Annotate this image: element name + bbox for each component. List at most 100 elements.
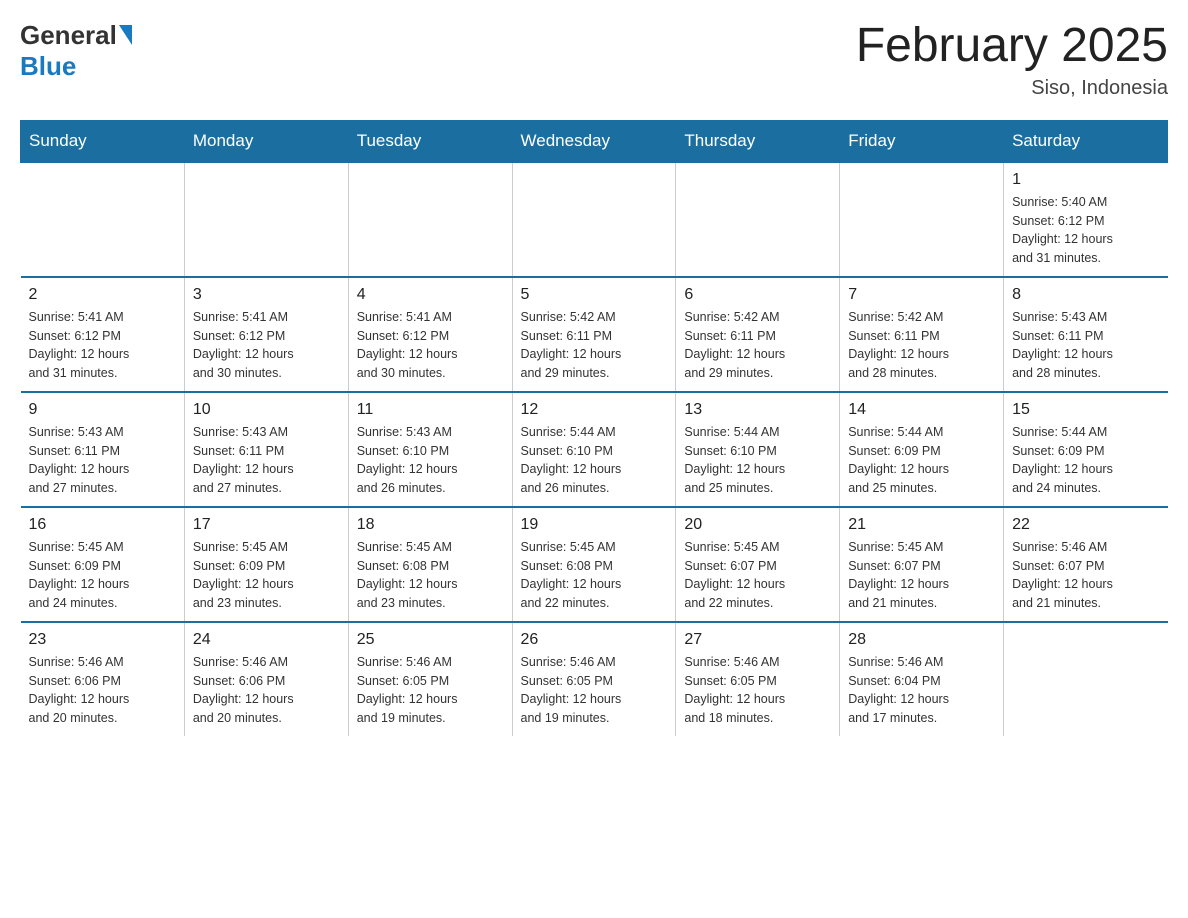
calendar-week-row: 16 Sunrise: 5:45 AM Sunset: 6:09 PM Dayli… [21,507,1168,622]
calendar-cell [512,162,676,277]
calendar-cell: 13 Sunrise: 5:44 AM Sunset: 6:10 PM Dayli… [676,392,840,507]
logo-blue-text: Blue [20,51,76,81]
day-number: 8 [1012,286,1159,304]
day-info: Sunrise: 5:45 AM Sunset: 6:07 PM Dayligh… [848,538,995,613]
calendar-cell: 4 Sunrise: 5:41 AM Sunset: 6:12 PM Daylig… [348,277,512,392]
day-info: Sunrise: 5:43 AM Sunset: 6:10 PM Dayligh… [357,423,504,498]
day-info: Sunrise: 5:46 AM Sunset: 6:05 PM Dayligh… [357,653,504,728]
calendar-cell: 15 Sunrise: 5:44 AM Sunset: 6:09 PM Dayli… [1004,392,1168,507]
day-info: Sunrise: 5:45 AM Sunset: 6:09 PM Dayligh… [193,538,340,613]
calendar-cell: 11 Sunrise: 5:43 AM Sunset: 6:10 PM Dayli… [348,392,512,507]
day-number: 26 [521,631,668,649]
calendar-cell: 22 Sunrise: 5:46 AM Sunset: 6:07 PM Dayli… [1004,507,1168,622]
day-number: 21 [848,516,995,534]
calendar-cell: 24 Sunrise: 5:46 AM Sunset: 6:06 PM Dayli… [184,622,348,736]
day-info: Sunrise: 5:41 AM Sunset: 6:12 PM Dayligh… [193,308,340,383]
day-number: 11 [357,401,504,419]
logo-general-text: General [20,20,117,51]
calendar-week-row: 23 Sunrise: 5:46 AM Sunset: 6:06 PM Dayli… [21,622,1168,736]
calendar-cell: 25 Sunrise: 5:46 AM Sunset: 6:05 PM Dayli… [348,622,512,736]
day-number: 7 [848,286,995,304]
calendar-cell [840,162,1004,277]
calendar-cell: 19 Sunrise: 5:45 AM Sunset: 6:08 PM Dayli… [512,507,676,622]
calendar-table: SundayMondayTuesdayWednesdayThursdayFrid… [20,120,1168,736]
day-info: Sunrise: 5:46 AM Sunset: 6:07 PM Dayligh… [1012,538,1159,613]
header-sunday: Sunday [21,120,185,162]
day-info: Sunrise: 5:42 AM Sunset: 6:11 PM Dayligh… [521,308,668,383]
day-number: 23 [29,631,176,649]
header-thursday: Thursday [676,120,840,162]
day-number: 4 [357,286,504,304]
header-wednesday: Wednesday [512,120,676,162]
day-number: 18 [357,516,504,534]
header-monday: Monday [184,120,348,162]
day-number: 3 [193,286,340,304]
day-info: Sunrise: 5:41 AM Sunset: 6:12 PM Dayligh… [29,308,176,383]
calendar-cell: 26 Sunrise: 5:46 AM Sunset: 6:05 PM Dayli… [512,622,676,736]
day-number: 28 [848,631,995,649]
calendar-cell: 28Sunrise: 5:46 AM Sunset: 6:04 PM Dayli… [840,622,1004,736]
day-number: 13 [684,401,831,419]
day-info: Sunrise: 5:43 AM Sunset: 6:11 PM Dayligh… [193,423,340,498]
page-header: General Blue February 2025 Siso, Indones… [20,20,1168,100]
day-number: 25 [357,631,504,649]
day-info: Sunrise: 5:44 AM Sunset: 6:09 PM Dayligh… [848,423,995,498]
calendar-cell: 5 Sunrise: 5:42 AM Sunset: 6:11 PM Daylig… [512,277,676,392]
day-number: 24 [193,631,340,649]
calendar-cell [184,162,348,277]
day-info: Sunrise: 5:46 AM Sunset: 6:06 PM Dayligh… [29,653,176,728]
day-number: 17 [193,516,340,534]
day-info: Sunrise: 5:43 AM Sunset: 6:11 PM Dayligh… [1012,308,1159,383]
calendar-cell: 27 Sunrise: 5:46 AM Sunset: 6:05 PM Dayli… [676,622,840,736]
day-number: 12 [521,401,668,419]
day-info: Sunrise: 5:46 AM Sunset: 6:05 PM Dayligh… [684,653,831,728]
calendar-cell: 10Sunrise: 5:43 AM Sunset: 6:11 PM Dayli… [184,392,348,507]
day-info: Sunrise: 5:45 AM Sunset: 6:08 PM Dayligh… [357,538,504,613]
day-info: Sunrise: 5:45 AM Sunset: 6:07 PM Dayligh… [684,538,831,613]
day-info: Sunrise: 5:41 AM Sunset: 6:12 PM Dayligh… [357,308,504,383]
calendar-cell: 14 Sunrise: 5:44 AM Sunset: 6:09 PM Dayli… [840,392,1004,507]
calendar-week-row: 1Sunrise: 5:40 AM Sunset: 6:12 PM Daylig… [21,162,1168,277]
day-number: 27 [684,631,831,649]
day-info: Sunrise: 5:44 AM Sunset: 6:10 PM Dayligh… [684,423,831,498]
calendar-cell: 1Sunrise: 5:40 AM Sunset: 6:12 PM Daylig… [1004,162,1168,277]
day-number: 14 [848,401,995,419]
calendar-cell: 6 Sunrise: 5:42 AM Sunset: 6:11 PM Daylig… [676,277,840,392]
day-number: 6 [684,286,831,304]
calendar-cell [21,162,185,277]
day-number: 22 [1012,516,1159,534]
day-number: 9 [29,401,176,419]
day-info: Sunrise: 5:44 AM Sunset: 6:09 PM Dayligh… [1012,423,1159,498]
calendar-cell: 12 Sunrise: 5:44 AM Sunset: 6:10 PM Dayli… [512,392,676,507]
calendar-cell: 18 Sunrise: 5:45 AM Sunset: 6:08 PM Dayli… [348,507,512,622]
day-info: Sunrise: 5:46 AM Sunset: 6:05 PM Dayligh… [521,653,668,728]
day-info: Sunrise: 5:43 AM Sunset: 6:11 PM Dayligh… [29,423,176,498]
day-number: 16 [29,516,176,534]
calendar-cell: 16 Sunrise: 5:45 AM Sunset: 6:09 PM Dayli… [21,507,185,622]
day-number: 1 [1012,171,1159,189]
calendar-cell: 9 Sunrise: 5:43 AM Sunset: 6:11 PM Daylig… [21,392,185,507]
day-number: 2 [29,286,176,304]
calendar-week-row: 9 Sunrise: 5:43 AM Sunset: 6:11 PM Daylig… [21,392,1168,507]
calendar-cell [1004,622,1168,736]
calendar-cell: 3 Sunrise: 5:41 AM Sunset: 6:12 PM Daylig… [184,277,348,392]
calendar-cell: 2 Sunrise: 5:41 AM Sunset: 6:12 PM Daylig… [21,277,185,392]
calendar-cell: 20Sunrise: 5:45 AM Sunset: 6:07 PM Dayli… [676,507,840,622]
day-info: Sunrise: 5:45 AM Sunset: 6:09 PM Dayligh… [29,538,176,613]
calendar-title: February 2025 Siso, Indonesia [856,20,1168,100]
calendar-cell: 8 Sunrise: 5:43 AM Sunset: 6:11 PM Daylig… [1004,277,1168,392]
calendar-cell: 21 Sunrise: 5:45 AM Sunset: 6:07 PM Dayli… [840,507,1004,622]
calendar-week-row: 2 Sunrise: 5:41 AM Sunset: 6:12 PM Daylig… [21,277,1168,392]
header-friday: Friday [840,120,1004,162]
calendar-cell [348,162,512,277]
day-number: 5 [521,286,668,304]
day-info: Sunrise: 5:44 AM Sunset: 6:10 PM Dayligh… [521,423,668,498]
day-number: 19 [521,516,668,534]
day-info: Sunrise: 5:46 AM Sunset: 6:06 PM Dayligh… [193,653,340,728]
day-number: 15 [1012,401,1159,419]
day-info: Sunrise: 5:42 AM Sunset: 6:11 PM Dayligh… [684,308,831,383]
calendar-cell: 7 Sunrise: 5:42 AM Sunset: 6:11 PM Daylig… [840,277,1004,392]
day-info: Sunrise: 5:45 AM Sunset: 6:08 PM Dayligh… [521,538,668,613]
day-info: Sunrise: 5:42 AM Sunset: 6:11 PM Dayligh… [848,308,995,383]
month-year-title: February 2025 [856,20,1168,73]
